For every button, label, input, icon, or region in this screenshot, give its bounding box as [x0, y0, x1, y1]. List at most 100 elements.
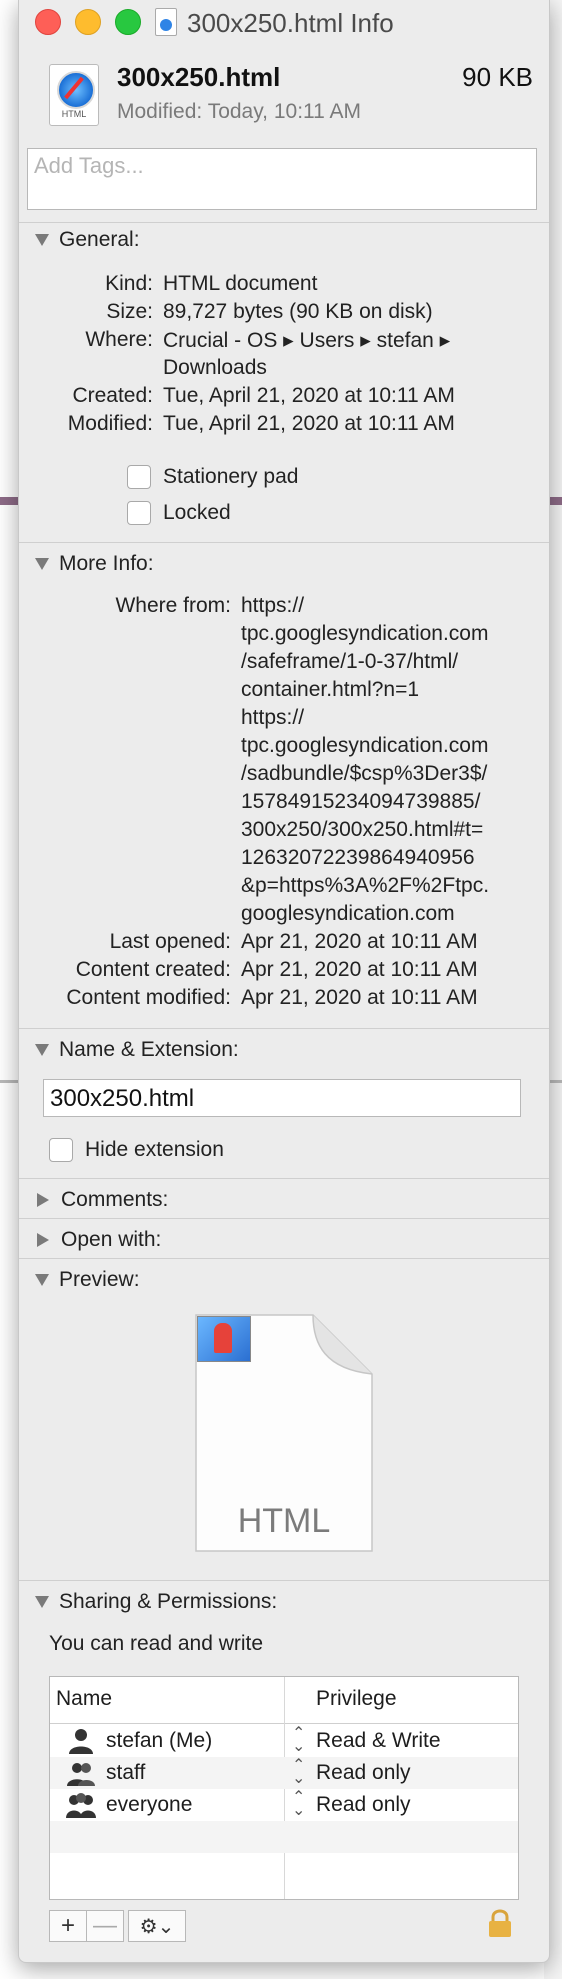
document-proxy-icon[interactable]: [155, 8, 177, 36]
modified-summary: Modified: Today, 10:11 AM: [117, 100, 361, 124]
section-general-title: General:: [59, 228, 140, 251]
stationery-pad-label: Stationery pad: [163, 465, 299, 488]
locked-option[interactable]: Locked: [127, 501, 231, 525]
disclosure-triangle-icon[interactable]: [37, 1233, 49, 1247]
where-from-line: googlesyndication.com: [241, 902, 455, 925]
permissions-table: Name Privilege stefan (Me) ⌃ ⌄ Read & Wri…: [49, 1676, 519, 1900]
single-user-icon: [69, 1729, 93, 1754]
tags-input[interactable]: [34, 149, 514, 179]
file-name: 300x250.html: [117, 62, 281, 92]
created-label: Created:: [72, 384, 153, 407]
section-general[interactable]: General:: [35, 228, 140, 252]
where-from-line: tpc.googlesyndication.com: [241, 622, 489, 645]
content-modified-value: Apr 21, 2020 at 10:11 AM: [241, 986, 478, 1009]
stationery-pad-checkbox[interactable]: [127, 465, 151, 489]
table-row[interactable]: everyone ⌃ ⌄ Read only: [50, 1789, 518, 1821]
locked-checkbox[interactable]: [127, 501, 151, 525]
locked-label: Locked: [163, 501, 231, 524]
divider: [19, 1028, 549, 1029]
table-row[interactable]: stefan (Me) ⌃ ⌄ Read & Write: [50, 1725, 518, 1757]
divider: [19, 1218, 549, 1219]
file-size: 90 KB: [462, 62, 533, 92]
modified-row-label: Modified:: [67, 412, 153, 435]
preview-doc-label: HTML: [237, 1502, 331, 1540]
section-preview[interactable]: Preview:: [35, 1268, 140, 1292]
stationery-pad-option[interactable]: Stationery pad: [127, 465, 298, 489]
last-opened-value: Apr 21, 2020 at 10:11 AM: [241, 930, 478, 953]
divider: [19, 1178, 549, 1179]
where-from-label: Where from:: [115, 594, 231, 617]
section-more-info[interactable]: More Info:: [35, 552, 154, 576]
action-menu-button[interactable]: ⚙︎⌄: [128, 1910, 186, 1942]
file-icon-label: HTML: [61, 109, 87, 119]
user-name: staff: [106, 1761, 146, 1784]
hide-extension-option[interactable]: Hide extension: [49, 1138, 224, 1162]
section-name-extension-title: Name & Extension:: [59, 1038, 239, 1061]
hide-extension-label: Hide extension: [85, 1138, 224, 1161]
permission-caption: You can read and write: [49, 1632, 264, 1655]
user-name: stefan (Me): [106, 1729, 213, 1752]
disclosure-triangle-icon[interactable]: [35, 558, 49, 570]
user-name: everyone: [106, 1793, 193, 1816]
section-more-info-title: More Info:: [59, 552, 154, 575]
where-value: Crucial - OS ▸ Users ▸ stefan ▸: [163, 329, 451, 352]
where-from-line: https://: [241, 706, 305, 729]
modified-row-value: Tue, April 21, 2020 at 10:11 AM: [163, 412, 455, 435]
privilege-stepper-icon[interactable]: ⌃ ⌄: [292, 1758, 305, 1787]
column-header-privilege[interactable]: Privilege: [316, 1687, 397, 1711]
last-opened-label: Last opened:: [109, 930, 231, 953]
privilege-value[interactable]: Read only: [316, 1793, 411, 1817]
privilege-stepper-icon[interactable]: ⌃ ⌄: [292, 1726, 305, 1755]
disclosure-triangle-icon[interactable]: [35, 1596, 49, 1608]
everyone-icon: [66, 1793, 96, 1818]
group-icon: [67, 1763, 95, 1786]
hide-extension-checkbox[interactable]: [49, 1138, 73, 1162]
window-title: 300x250.html Info: [187, 8, 394, 38]
empty-table-row: [50, 1821, 518, 1853]
modified-label: Modified:: [117, 100, 203, 123]
section-sharing-title: Sharing & Permissions:: [59, 1590, 278, 1613]
lock-icon[interactable]: [487, 1908, 513, 1938]
html-file-icon: HTML: [49, 64, 99, 126]
section-comments-title: Comments:: [61, 1188, 169, 1211]
where-from-line: 300x250/300x250.html#t=: [241, 818, 484, 841]
column-header-name[interactable]: Name: [56, 1687, 112, 1711]
disclosure-triangle-icon[interactable]: [35, 234, 49, 246]
add-user-button[interactable]: +: [49, 1910, 87, 1942]
minimize-button[interactable]: [75, 9, 101, 35]
size-value: 89,727 bytes (90 KB on disk): [163, 300, 433, 323]
where-from-line: https://: [241, 594, 305, 617]
modified-value: Today, 10:11 AM: [207, 100, 362, 123]
remove-user-button[interactable]: —: [87, 1910, 124, 1942]
section-name-extension[interactable]: Name & Extension:: [35, 1038, 239, 1062]
zoom-button[interactable]: [115, 9, 141, 35]
where-from-line: container.html?n=1: [241, 678, 420, 701]
tags-field[interactable]: [27, 148, 537, 210]
disclosure-triangle-icon[interactable]: [37, 1193, 49, 1207]
privilege-value[interactable]: Read only: [316, 1761, 411, 1785]
kind-label: Kind:: [105, 272, 153, 295]
where-from-line: /sadbundle/$csp%3Der3$/: [241, 762, 488, 785]
size-label: Size:: [106, 300, 153, 323]
title-bar[interactable]: 300x250.html Info: [19, 0, 549, 44]
disclosure-triangle-icon[interactable]: [35, 1274, 49, 1286]
permissions-toolbar: + — ⚙︎⌄: [49, 1910, 186, 1942]
info-window: 300x250.html Info HTML 300x250.html 90 K…: [18, 0, 550, 1963]
table-row[interactable]: staff ⌃ ⌄ Read only: [50, 1757, 518, 1789]
privilege-stepper-icon[interactable]: ⌃ ⌄: [292, 1790, 305, 1819]
section-sharing-permissions[interactable]: Sharing & Permissions:: [35, 1590, 277, 1614]
section-comments[interactable]: Comments:: [35, 1188, 168, 1212]
where-from-line: tpc.googlesyndication.com: [241, 734, 489, 757]
where-from-line: 15784915234094739885/: [241, 790, 481, 813]
close-button[interactable]: [35, 9, 61, 35]
section-open-with-title: Open with:: [61, 1228, 162, 1251]
created-value: Tue, April 21, 2020 at 10:11 AM: [163, 384, 455, 407]
disclosure-triangle-icon[interactable]: [35, 1044, 49, 1056]
section-open-with[interactable]: Open with:: [35, 1228, 161, 1252]
where-from-line: 12632072239864940956: [241, 846, 475, 869]
where-from-line: /safeframe/1-0-37/html/: [241, 650, 459, 673]
section-preview-title: Preview:: [59, 1268, 140, 1291]
file-name-field[interactable]: 300x250.html: [43, 1079, 521, 1117]
privilege-value[interactable]: Read & Write: [316, 1729, 441, 1753]
divider: [19, 222, 549, 223]
